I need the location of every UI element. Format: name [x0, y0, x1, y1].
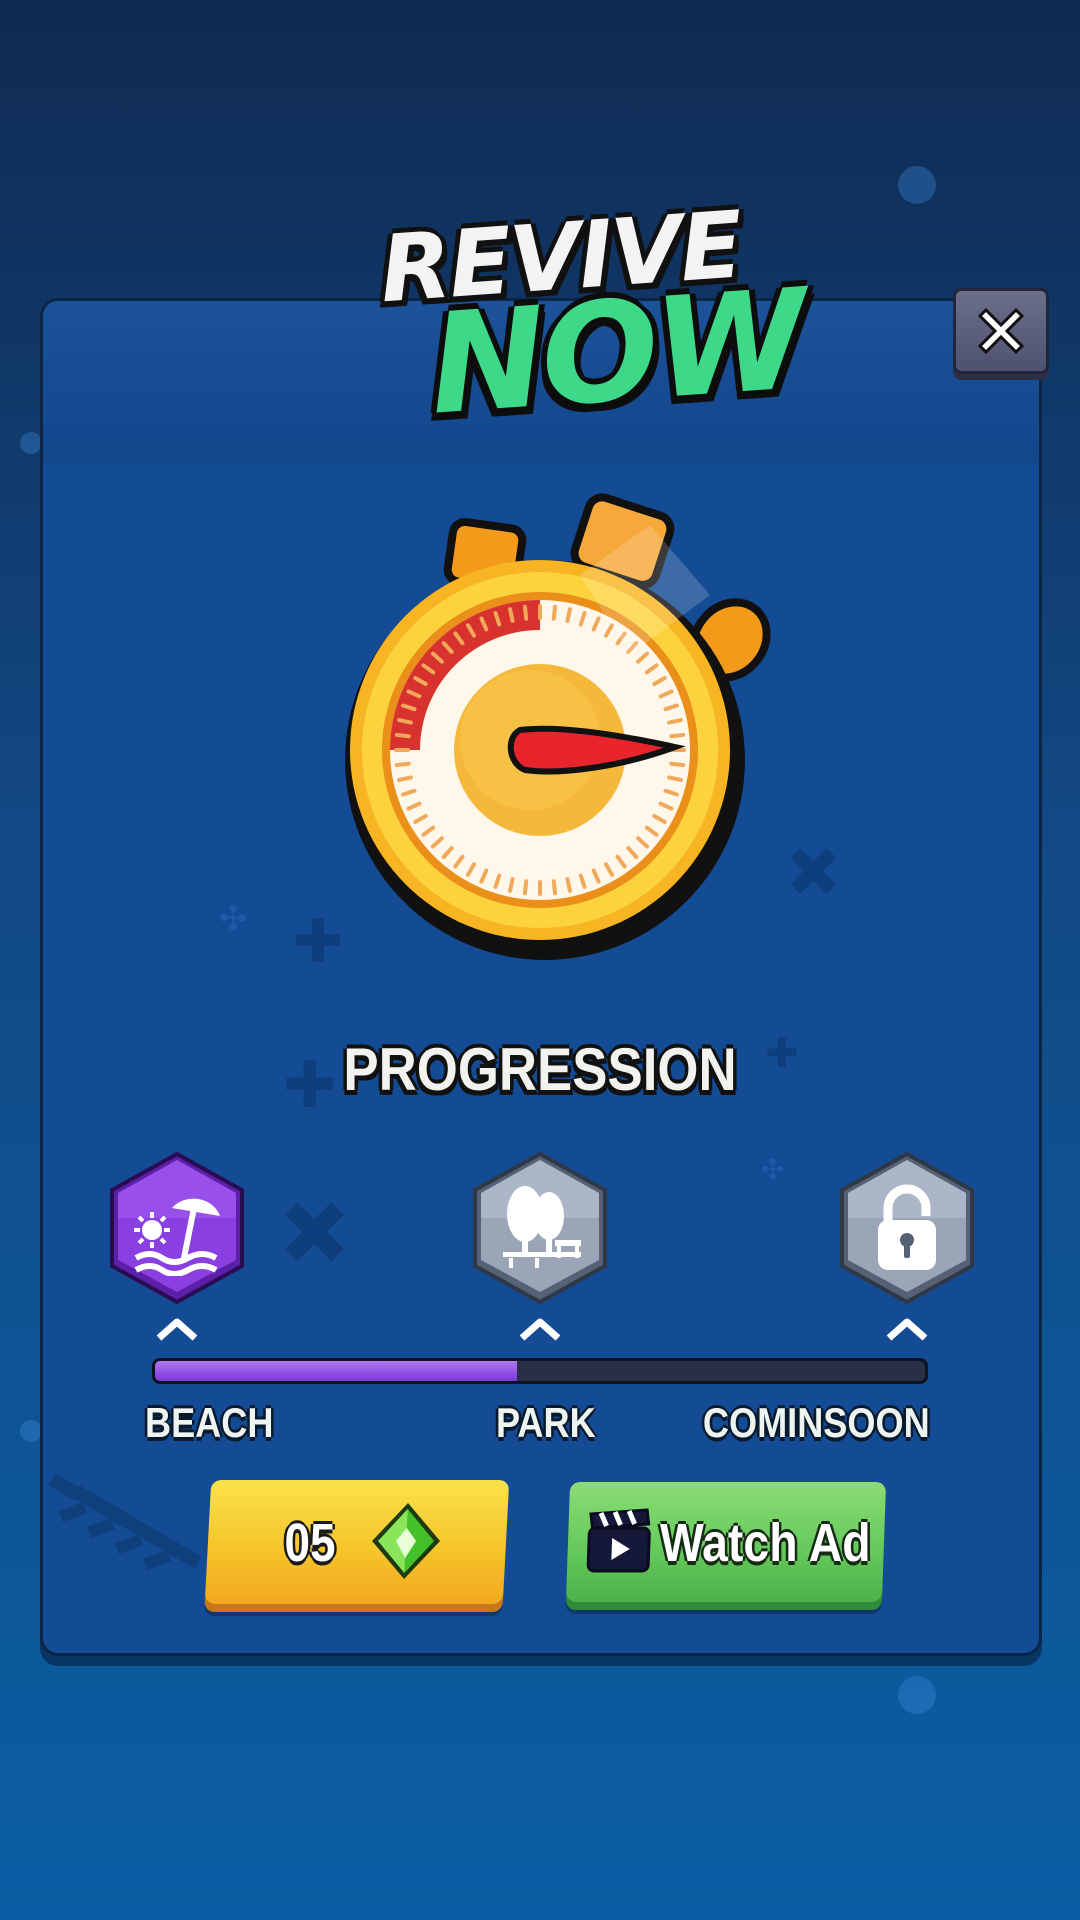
title-now: NOW: [424, 258, 809, 446]
dial-tick: [551, 604, 558, 621]
dial-tick: [551, 879, 558, 896]
chevron-up-icon: [886, 1318, 928, 1341]
level-node-park[interactable]: [467, 1148, 613, 1308]
trees-icon: [503, 1186, 581, 1268]
progress-fill: [155, 1361, 517, 1381]
level-node-coming-soon[interactable]: [834, 1148, 980, 1308]
background-dot: [20, 432, 42, 454]
chevron-up-icon: [156, 1318, 198, 1341]
gem-revive-button[interactable]: 05: [204, 1480, 510, 1604]
beach-umbrella-icon: [134, 1198, 220, 1276]
dial-tick: [394, 761, 411, 768]
dial-tick: [397, 718, 413, 725]
dial-tick: [397, 775, 413, 782]
close-button[interactable]: [953, 288, 1049, 374]
progress-bar: [152, 1358, 928, 1384]
dial-tick: [667, 775, 683, 782]
close-icon: [977, 307, 1025, 355]
lock-icon: [878, 1184, 936, 1270]
green-gem-icon: [372, 1503, 441, 1579]
stopwatch-icon: [345, 493, 771, 960]
dial-tick: [667, 718, 683, 725]
decor-cross: ✣: [219, 899, 248, 939]
decor-cross: ✣: [761, 1153, 785, 1186]
progression-title: PROGRESSION: [343, 1036, 737, 1103]
dial-tick: [669, 732, 686, 739]
level-label-beach: BEACH: [145, 1399, 274, 1446]
tire-track-decor: [48, 1473, 202, 1571]
level-label-park: PARK: [496, 1399, 596, 1446]
dial-tick: [508, 607, 515, 623]
background-dot: [20, 1420, 42, 1442]
watch-ad-button[interactable]: Watch Ad: [565, 1482, 887, 1602]
dial-tick: [508, 877, 515, 893]
background-dot: [898, 1676, 936, 1714]
dial-tick: [522, 879, 529, 896]
clapperboard-icon: [586, 1508, 651, 1573]
decor-cross: ✚: [248, 1169, 377, 1298]
level-node-beach[interactable]: [104, 1148, 250, 1308]
dial-tick: [669, 761, 686, 768]
background-dot: [898, 166, 936, 204]
dial-tick: [522, 604, 529, 621]
chevron-up-icon: [519, 1318, 561, 1341]
dial-tick: [394, 732, 411, 739]
dial-tick: [565, 877, 572, 893]
watch-ad-label: Watch Ad: [659, 1513, 871, 1573]
gem-cost: 05: [284, 1513, 336, 1573]
dial-tick: [565, 607, 572, 623]
level-label-coming-soon: COMINSOON: [703, 1399, 930, 1446]
